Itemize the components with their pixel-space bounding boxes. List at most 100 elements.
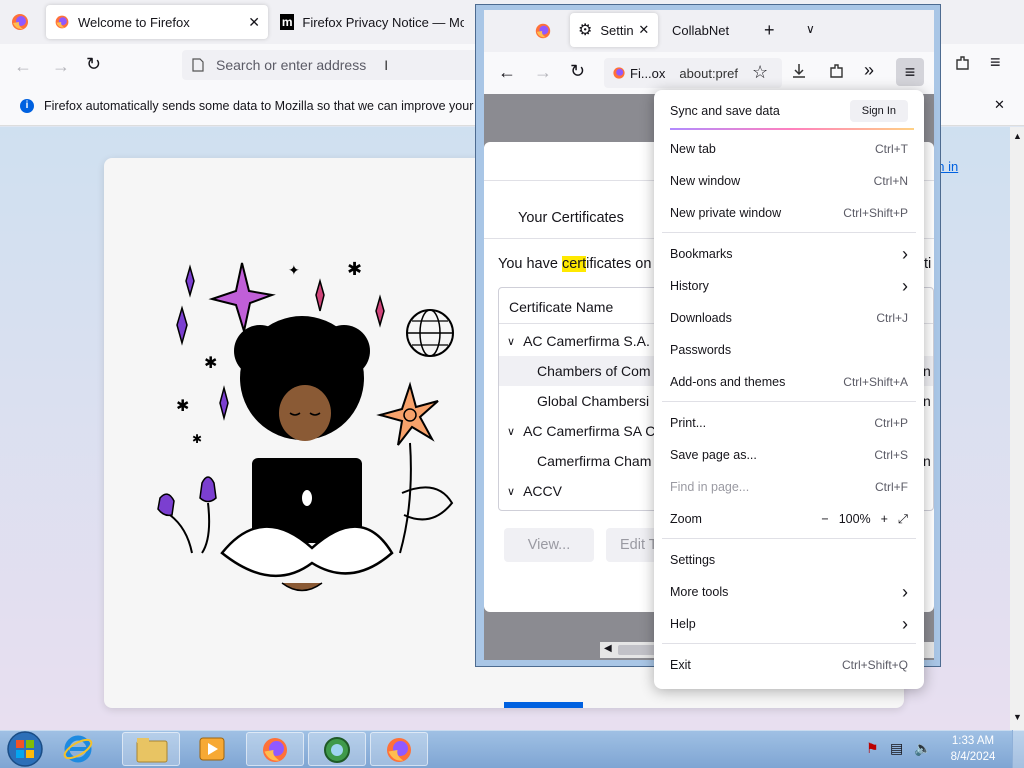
hamburger-menu-icon[interactable]: ≡ <box>990 52 1001 73</box>
menu-item-new-tab[interactable]: New tab Ctrl+T <box>654 134 924 164</box>
menu-item-shortcut: Ctrl+J <box>876 311 908 325</box>
extensions-icon[interactable] <box>828 62 846 80</box>
scroll-left-icon[interactable]: ◀ <box>604 643 612 654</box>
sign-in-button[interactable]: Sign In <box>849 100 908 122</box>
chevron-down-icon[interactable]: ∨ <box>507 335 515 348</box>
hamburger-menu-icon[interactable]: ≡ <box>896 58 924 86</box>
certificates-description: You have certificates on <box>498 256 651 272</box>
firefox-taskbar-button[interactable] <box>246 732 304 766</box>
svg-text:✦: ✦ <box>288 263 300 279</box>
folder-icon <box>136 738 168 763</box>
menu-item-shortcut: Ctrl+F <box>875 480 908 494</box>
sync-section: Sync and save data Sign In <box>654 95 924 127</box>
internet-explorer-icon[interactable] <box>62 733 94 765</box>
close-tab-icon[interactable]: ✕ <box>638 22 649 38</box>
back-arrow-icon[interactable]: ← <box>498 62 516 83</box>
menu-item-save-page-as[interactable]: Save page as... Ctrl+S <box>654 440 924 470</box>
clock-time: 1:33 AM <box>951 735 995 747</box>
menu-item-bookmarks[interactable]: Bookmarks › <box>654 239 924 269</box>
vertical-scrollbar[interactable]: ▲ ▼ <box>1010 127 1024 730</box>
firefox-icon[interactable] <box>534 22 552 40</box>
close-tab-icon[interactable]: ✕ <box>248 14 260 31</box>
reload-icon[interactable]: ↻ <box>570 61 585 82</box>
chevron-right-icon: › <box>902 581 908 602</box>
tab-settings[interactable]: ⚙ Settings ✕ <box>570 13 658 47</box>
close-notice-icon[interactable]: ✕ <box>994 97 1005 113</box>
clock[interactable]: 1:33 AM 8/4/2024 <box>940 733 1006 765</box>
gear-icon: ⚙ <box>578 22 593 39</box>
back-arrow-icon[interactable]: ← <box>14 56 32 77</box>
tab-label: CollabNet <box>672 22 730 38</box>
show-desktop-button[interactable] <box>1012 730 1024 768</box>
menu-item-shortcut: Ctrl+T <box>875 142 908 156</box>
sync-label: Sync and save data <box>670 104 780 118</box>
firefox-menu-icon[interactable] <box>10 12 30 32</box>
zoom-level[interactable]: 100% <box>839 512 871 526</box>
zoom-out-icon[interactable]: − <box>821 512 828 526</box>
url-placeholder: Search or enter address <box>216 57 367 73</box>
menu-item-label: Downloads <box>670 311 732 325</box>
network-app-button[interactable] <box>308 732 366 766</box>
scroll-down-icon[interactable]: ▼ <box>1013 712 1022 722</box>
tab-your-certificates[interactable]: Your Certificates <box>518 210 624 226</box>
menu-item-exit[interactable]: Exit Ctrl+Shift+Q <box>654 650 924 680</box>
menu-item-new-window[interactable]: New window Ctrl+N <box>654 166 924 196</box>
menu-item-new-private-window[interactable]: New private window Ctrl+Shift+P <box>654 198 924 228</box>
mozilla-icon: m <box>280 14 295 30</box>
find-highlight: cert <box>561 256 587 272</box>
menu-item-settings[interactable]: Settings <box>654 545 924 575</box>
firefox-icon <box>55 15 69 29</box>
menu-separator <box>662 643 916 644</box>
tab-collabnet[interactable]: CollabNet <box>664 13 744 47</box>
firefox-taskbar-button-2[interactable] <box>370 732 428 766</box>
menu-item-label: Bookmarks <box>670 247 733 261</box>
chevron-down-icon[interactable]: ∨ <box>507 485 515 498</box>
menu-item-shortcut: Ctrl+Shift+P <box>843 206 908 220</box>
menu-item-label: Help <box>670 617 696 631</box>
scroll-up-icon[interactable]: ▲ <box>1013 131 1022 141</box>
download-icon[interactable] <box>790 62 808 80</box>
certificate-name: AC Camerfirma SA C <box>523 423 656 439</box>
menu-item-zoom[interactable]: Zoom −100% + ⤢ <box>654 504 924 534</box>
new-tab-icon[interactable]: + <box>764 20 775 41</box>
bookmark-star-icon[interactable]: ☆ <box>752 62 768 83</box>
chevron-right-icon: › <box>902 613 908 634</box>
volume-muted-icon[interactable]: 🔈 <box>914 740 931 757</box>
view-button[interactable]: View... <box>504 528 594 562</box>
media-player-button[interactable] <box>184 732 242 766</box>
tab-welcome-to-firefox[interactable]: Welcome to Firefox ✕ <box>46 5 268 39</box>
start-button[interactable] <box>4 730 48 768</box>
menu-item-history[interactable]: History › <box>654 271 924 301</box>
network-tray-icon[interactable]: ▤ <box>890 740 903 757</box>
menu-item-find-in-page[interactable]: Find in page... Ctrl+F <box>654 472 924 502</box>
menu-item-passwords[interactable]: Passwords <box>654 335 924 365</box>
background-url-bar[interactable]: Search or enter address I <box>182 50 482 80</box>
forward-arrow-icon[interactable]: → <box>52 56 70 77</box>
network-globe-icon <box>324 737 350 763</box>
menu-separator <box>662 401 916 402</box>
page-icon <box>192 58 204 72</box>
menu-item-shortcut: Ctrl+Shift+Q <box>841 658 908 672</box>
menu-item-add-ons-and-themes[interactable]: Add-ons and themes Ctrl+Shift+A <box>654 367 924 397</box>
menu-item-label: Settings <box>670 553 716 567</box>
menu-item-help[interactable]: Help › <box>654 609 924 639</box>
menu-item-downloads[interactable]: Downloads Ctrl+J <box>654 303 924 333</box>
certificate-name: Global Chambersi <box>537 393 650 409</box>
menu-item-label: Exit <box>670 658 691 672</box>
certificate-name: AC Camerfirma S.A. <box>523 333 650 349</box>
file-explorer-button[interactable] <box>122 732 180 766</box>
chevron-down-icon[interactable]: ∨ <box>507 425 515 438</box>
fullscreen-icon[interactable]: ⤢ <box>898 512 908 527</box>
chevron-down-icon[interactable]: ∨ <box>806 22 815 36</box>
tab-privacy-notice[interactable]: m Firefox Privacy Notice — Mozill <box>272 5 472 39</box>
menu-item-label: Zoom <box>670 512 702 526</box>
forward-arrow-icon[interactable]: → <box>534 62 552 83</box>
action-center-flag-icon[interactable]: ⚑ <box>866 740 879 757</box>
extensions-icon[interactable] <box>954 54 972 72</box>
overflow-chevron-icon[interactable]: » <box>864 60 874 81</box>
zoom-in-icon[interactable]: + <box>881 512 888 526</box>
reload-icon[interactable]: ↻ <box>86 54 101 75</box>
menu-item-print[interactable]: Print... Ctrl+P <box>654 408 924 438</box>
menu-item-more-tools[interactable]: More tools › <box>654 577 924 607</box>
svg-text:✱: ✱ <box>192 432 202 446</box>
